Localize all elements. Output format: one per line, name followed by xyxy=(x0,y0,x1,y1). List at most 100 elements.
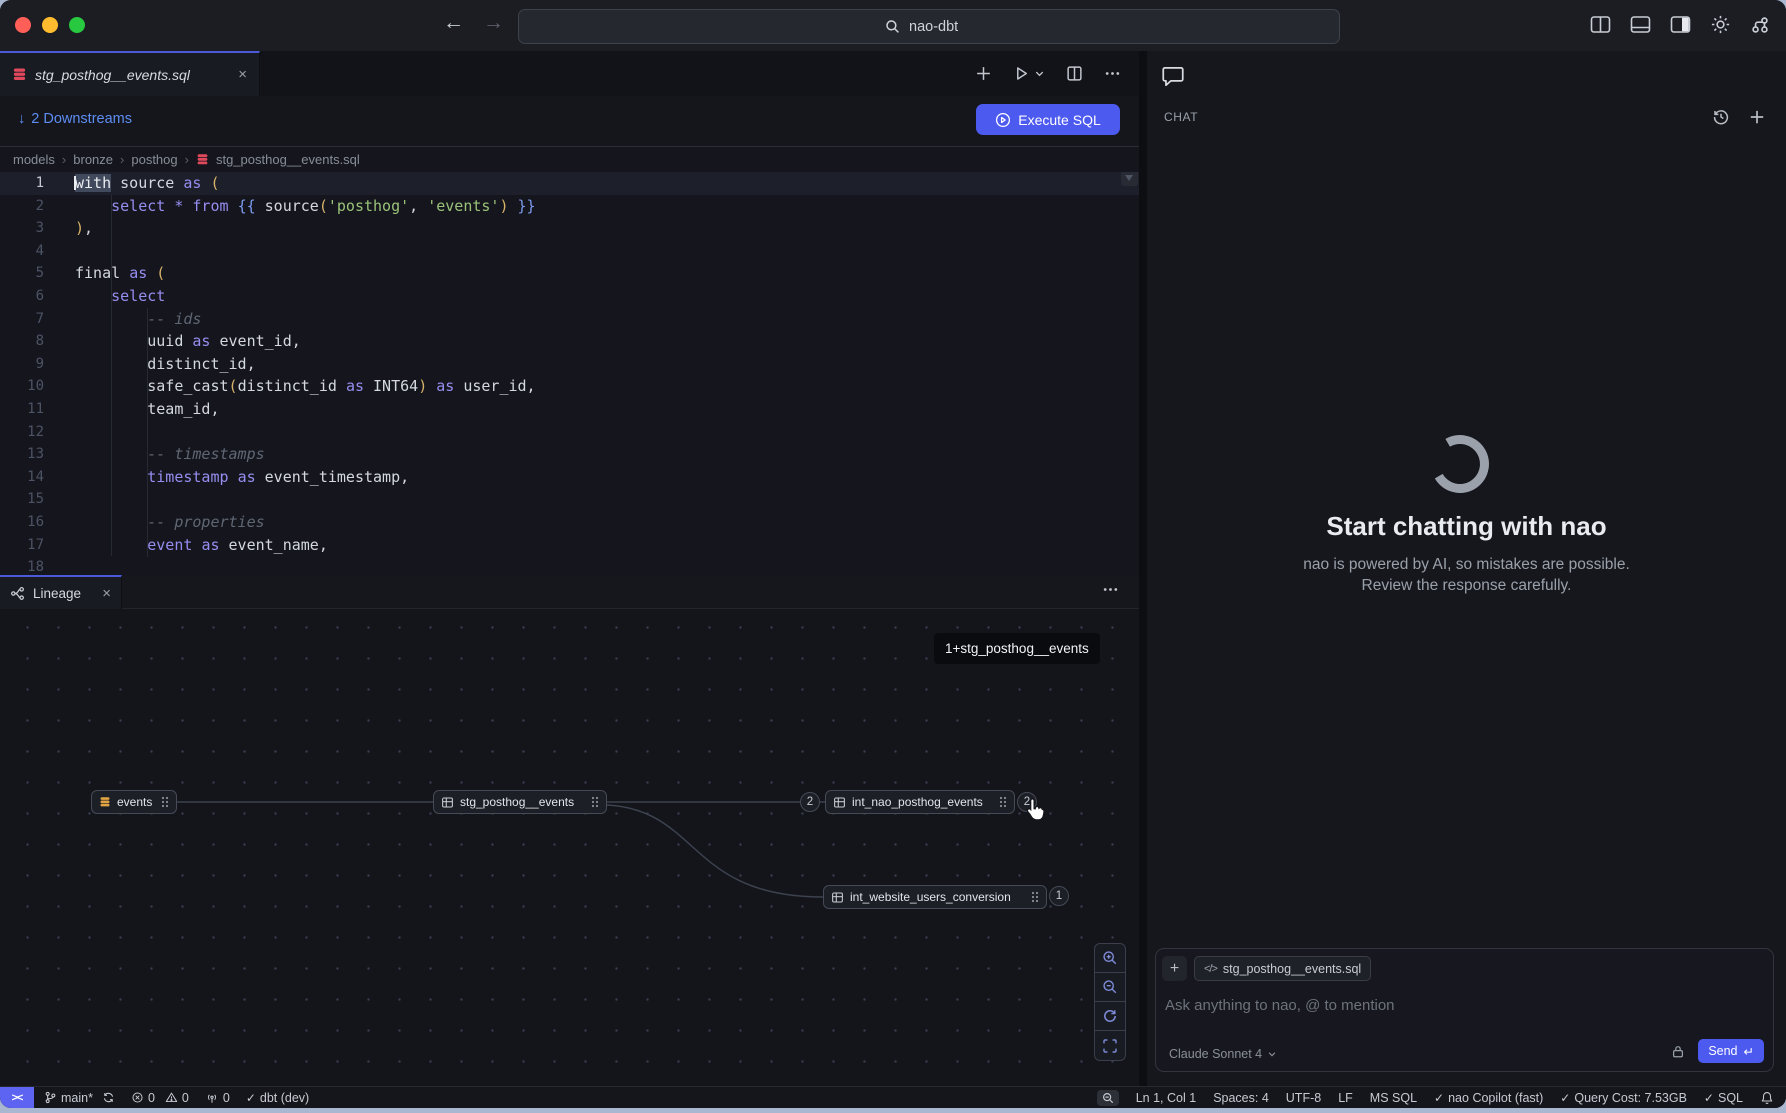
query-cost-status[interactable]: ✓ Query Cost: 7.53GB xyxy=(1560,1091,1687,1105)
lineage-edges xyxy=(0,609,1139,1086)
toggle-secondary-sidebar-icon[interactable] xyxy=(1670,15,1691,34)
code-line[interactable]: 1with source as ( xyxy=(0,172,1139,195)
chat-panel-header: CHAT xyxy=(1147,107,1786,129)
new-chat-plus-icon[interactable] xyxy=(1748,108,1766,126)
tab-stg-posthog-events[interactable]: stg_posthog__events.sql × xyxy=(0,51,260,96)
upstream-count-badge[interactable]: 2 xyxy=(800,792,820,812)
split-editor-icon[interactable] xyxy=(1066,65,1083,82)
statusbar-search-icon[interactable] xyxy=(1097,1090,1119,1106)
window-close-button[interactable] xyxy=(15,17,31,33)
line-number: 14 xyxy=(0,466,44,489)
lineage-zoom-controls xyxy=(1094,943,1126,1061)
code-line[interactable]: 11 team_id, xyxy=(0,398,1139,421)
drag-handle-icon[interactable] xyxy=(1031,891,1039,903)
run-query-icon[interactable] xyxy=(1013,65,1045,82)
lineage-graph[interactable]: 1+stg_posthog__events events stg_posthog… xyxy=(0,609,1139,1086)
code-editor[interactable]: 1with source as (2 select * from {{ sour… xyxy=(0,172,1139,575)
drag-handle-icon[interactable] xyxy=(161,796,169,808)
zoom-out-button[interactable] xyxy=(1095,973,1125,1002)
fit-view-button[interactable] xyxy=(1095,1031,1125,1060)
breadcrumb-posthog[interactable]: posthog xyxy=(131,152,177,167)
code-line[interactable]: 13 -- timestamps xyxy=(0,443,1139,466)
editor-more-actions-icon[interactable] xyxy=(1104,65,1121,82)
status-bar: >< main* 0 0 0 ✓ dbt (dev) xyxy=(0,1086,1786,1108)
eol-setting[interactable]: LF xyxy=(1338,1091,1353,1105)
problems-status[interactable]: 0 0 xyxy=(131,1091,189,1105)
nav-forward-icon[interactable]: → xyxy=(483,11,504,35)
execute-sql-button[interactable]: Execute SQL xyxy=(976,104,1120,135)
tab-lineage[interactable]: Lineage × xyxy=(0,575,122,609)
chat-message-input[interactable] xyxy=(1163,996,1727,1015)
code-line[interactable]: 10 safe_cast(distinct_id as INT64) as us… xyxy=(0,375,1139,398)
cursor-position[interactable]: Ln 1, Col 1 xyxy=(1136,1091,1196,1105)
settings-gear-icon[interactable] xyxy=(1710,14,1731,35)
downstreams-link[interactable]: ↓ 2 Downstreams xyxy=(18,111,132,127)
command-center-search[interactable] xyxy=(518,9,1340,44)
zoom-in-button[interactable] xyxy=(1095,944,1125,973)
drag-handle-icon[interactable] xyxy=(999,796,1007,808)
check-icon: ✓ xyxy=(246,1091,256,1105)
code-line[interactable]: 8 uuid as event_id, xyxy=(0,330,1139,353)
toggle-sidebar-icon[interactable] xyxy=(1590,15,1611,34)
lineage-node-stg-posthog-events[interactable]: stg_posthog__events xyxy=(433,790,607,814)
lineage-node-int-website-users-conversion[interactable]: int_website_users_conversion xyxy=(823,885,1047,909)
lineage-node-events[interactable]: events xyxy=(91,790,177,814)
dbt-env-status[interactable]: ✓ dbt (dev) xyxy=(246,1091,309,1105)
add-attachment-button[interactable]: + xyxy=(1162,956,1187,981)
chat-input-container[interactable]: + </> stg_posthog__events.sql Claude Son… xyxy=(1155,948,1774,1072)
code-line[interactable]: 4 xyxy=(0,240,1139,263)
window-minimize-button[interactable] xyxy=(42,17,58,33)
chat-bubble-icon[interactable] xyxy=(1160,63,1186,89)
remote-indicator[interactable]: >< xyxy=(0,1087,34,1108)
copilot-label: nao Copilot (fast) xyxy=(1448,1091,1543,1105)
attachment-chip[interactable]: </> stg_posthog__events.sql xyxy=(1194,956,1371,981)
git-branch-status[interactable]: main* xyxy=(44,1091,115,1105)
code-line[interactable]: 2 select * from {{ source('posthog', 'ev… xyxy=(0,195,1139,218)
code-line[interactable]: 14 timestamp as event_timestamp, xyxy=(0,466,1139,489)
indentation-setting[interactable]: Spaces: 4 xyxy=(1213,1091,1269,1105)
line-number: 2 xyxy=(0,195,44,218)
window-zoom-button[interactable] xyxy=(69,17,85,33)
downstream-count-badge[interactable]: 1 xyxy=(1049,886,1069,906)
chat-history-icon[interactable] xyxy=(1712,108,1730,126)
code-line[interactable]: 16 -- properties xyxy=(0,511,1139,534)
editor-filter-widget[interactable] xyxy=(1121,172,1138,186)
code-line[interactable]: 18 xyxy=(0,556,1139,575)
lock-icon[interactable] xyxy=(1671,1044,1685,1059)
copilot-status[interactable]: ✓ nao Copilot (fast) xyxy=(1434,1091,1543,1105)
code-line[interactable]: 15 xyxy=(0,488,1139,511)
lineage-node-int-nao-posthog-events[interactable]: int_nao_posthog_events xyxy=(825,790,1015,814)
ports-status[interactable]: 0 xyxy=(205,1091,230,1105)
code-line[interactable]: 6 select xyxy=(0,285,1139,308)
code-line[interactable]: 12 xyxy=(0,421,1139,444)
notifications-bell-icon[interactable] xyxy=(1760,1091,1774,1105)
indent-guide xyxy=(111,195,112,556)
breadcrumb-bronze[interactable]: bronze xyxy=(73,152,113,167)
code-line[interactable]: 3), xyxy=(0,217,1139,240)
breadcrumb-models[interactable]: models xyxy=(13,152,55,167)
new-tab-plus-icon[interactable] xyxy=(975,65,992,82)
code-line[interactable]: 17 event as event_name, xyxy=(0,534,1139,557)
search-input[interactable] xyxy=(907,18,973,36)
code-line[interactable]: 5final as ( xyxy=(0,262,1139,285)
tab-close-icon[interactable]: × xyxy=(238,66,247,83)
panel-divider[interactable] xyxy=(1139,51,1147,1086)
model-selector[interactable]: Claude Sonnet 4 xyxy=(1169,1047,1277,1061)
lineage-share-icon[interactable] xyxy=(1750,15,1770,35)
lineage-close-icon[interactable]: × xyxy=(102,585,111,602)
reset-view-button[interactable] xyxy=(1095,1002,1125,1031)
language-mode[interactable]: MS SQL xyxy=(1370,1091,1417,1105)
code-line[interactable]: 9 distinct_id, xyxy=(0,353,1139,376)
nav-back-icon[interactable]: ← xyxy=(443,11,464,35)
drag-handle-icon[interactable] xyxy=(591,796,599,808)
send-button[interactable]: Send ↵ xyxy=(1698,1039,1764,1063)
breadcrumb-file[interactable]: stg_posthog__events.sql xyxy=(216,152,360,167)
code-line[interactable]: 7 -- ids xyxy=(0,308,1139,331)
code-text: -- properties xyxy=(44,513,265,531)
sql-status[interactable]: ✓ SQL xyxy=(1704,1091,1743,1105)
lineage-more-actions-icon[interactable] xyxy=(1102,581,1119,598)
encoding-setting[interactable]: UTF-8 xyxy=(1286,1091,1321,1105)
line-number: 4 xyxy=(0,240,44,263)
toggle-panel-icon[interactable] xyxy=(1630,15,1651,34)
app-window: ← → xyxy=(0,0,1786,1108)
